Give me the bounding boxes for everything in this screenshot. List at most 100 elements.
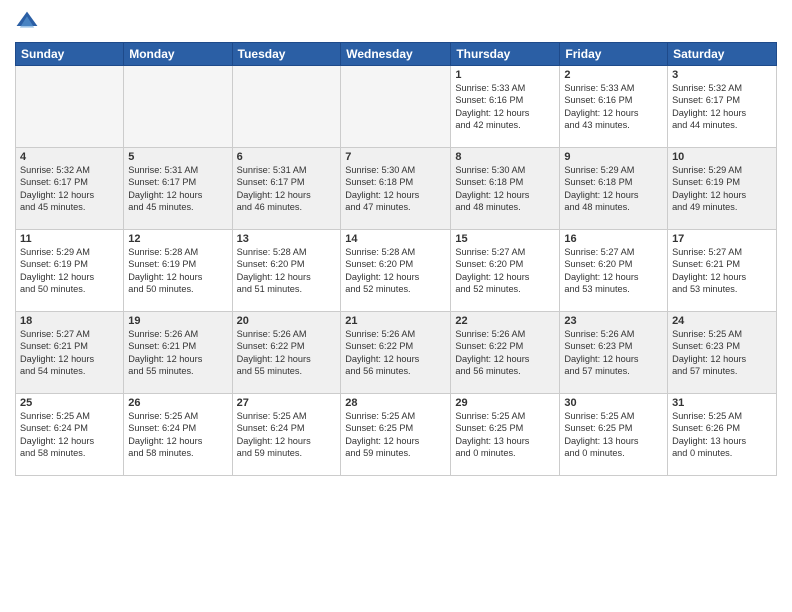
day-info: Sunrise: 5:32 AM Sunset: 6:17 PM Dayligh… <box>20 164 119 214</box>
calendar-day-cell: 26Sunrise: 5:25 AM Sunset: 6:24 PM Dayli… <box>124 394 232 476</box>
day-number: 15 <box>455 233 555 245</box>
calendar-day-cell: 7Sunrise: 5:30 AM Sunset: 6:18 PM Daylig… <box>341 148 451 230</box>
day-number: 10 <box>672 151 772 163</box>
day-info: Sunrise: 5:28 AM Sunset: 6:20 PM Dayligh… <box>345 246 446 296</box>
day-number: 23 <box>564 315 663 327</box>
day-info: Sunrise: 5:26 AM Sunset: 6:22 PM Dayligh… <box>455 328 555 378</box>
day-info: Sunrise: 5:30 AM Sunset: 6:18 PM Dayligh… <box>345 164 446 214</box>
day-info: Sunrise: 5:25 AM Sunset: 6:24 PM Dayligh… <box>128 410 227 460</box>
calendar-day-cell: 17Sunrise: 5:27 AM Sunset: 6:21 PM Dayli… <box>668 230 777 312</box>
day-number: 12 <box>128 233 227 245</box>
calendar-day-header: Thursday <box>451 43 560 66</box>
day-number: 5 <box>128 151 227 163</box>
calendar-day-cell: 8Sunrise: 5:30 AM Sunset: 6:18 PM Daylig… <box>451 148 560 230</box>
calendar-day-cell: 21Sunrise: 5:26 AM Sunset: 6:22 PM Dayli… <box>341 312 451 394</box>
day-info: Sunrise: 5:25 AM Sunset: 6:25 PM Dayligh… <box>455 410 555 460</box>
calendar-day-cell: 1Sunrise: 5:33 AM Sunset: 6:16 PM Daylig… <box>451 66 560 148</box>
day-info: Sunrise: 5:27 AM Sunset: 6:21 PM Dayligh… <box>672 246 772 296</box>
calendar-day-cell: 22Sunrise: 5:26 AM Sunset: 6:22 PM Dayli… <box>451 312 560 394</box>
day-info: Sunrise: 5:28 AM Sunset: 6:19 PM Dayligh… <box>128 246 227 296</box>
day-info: Sunrise: 5:26 AM Sunset: 6:22 PM Dayligh… <box>345 328 446 378</box>
header <box>15 10 777 34</box>
day-number: 13 <box>237 233 337 245</box>
day-number: 28 <box>345 397 446 409</box>
day-info: Sunrise: 5:26 AM Sunset: 6:23 PM Dayligh… <box>564 328 663 378</box>
calendar-day-cell: 25Sunrise: 5:25 AM Sunset: 6:24 PM Dayli… <box>16 394 124 476</box>
calendar-day-cell: 29Sunrise: 5:25 AM Sunset: 6:25 PM Dayli… <box>451 394 560 476</box>
day-number: 2 <box>564 69 663 81</box>
day-number: 20 <box>237 315 337 327</box>
day-number: 24 <box>672 315 772 327</box>
calendar-week-row: 18Sunrise: 5:27 AM Sunset: 6:21 PM Dayli… <box>16 312 777 394</box>
day-number: 25 <box>20 397 119 409</box>
day-number: 7 <box>345 151 446 163</box>
day-info: Sunrise: 5:31 AM Sunset: 6:17 PM Dayligh… <box>237 164 337 214</box>
calendar-day-cell: 20Sunrise: 5:26 AM Sunset: 6:22 PM Dayli… <box>232 312 341 394</box>
main-container: SundayMondayTuesdayWednesdayThursdayFrid… <box>0 0 792 612</box>
calendar-day-header: Tuesday <box>232 43 341 66</box>
calendar-day-cell: 31Sunrise: 5:25 AM Sunset: 6:26 PM Dayli… <box>668 394 777 476</box>
day-number: 3 <box>672 69 772 81</box>
day-number: 19 <box>128 315 227 327</box>
day-number: 27 <box>237 397 337 409</box>
calendar-day-cell: 18Sunrise: 5:27 AM Sunset: 6:21 PM Dayli… <box>16 312 124 394</box>
day-info: Sunrise: 5:31 AM Sunset: 6:17 PM Dayligh… <box>128 164 227 214</box>
calendar-day-cell: 3Sunrise: 5:32 AM Sunset: 6:17 PM Daylig… <box>668 66 777 148</box>
calendar-day-cell: 30Sunrise: 5:25 AM Sunset: 6:25 PM Dayli… <box>560 394 668 476</box>
calendar-week-row: 11Sunrise: 5:29 AM Sunset: 6:19 PM Dayli… <box>16 230 777 312</box>
calendar-day-cell: 27Sunrise: 5:25 AM Sunset: 6:24 PM Dayli… <box>232 394 341 476</box>
calendar-day-cell: 14Sunrise: 5:28 AM Sunset: 6:20 PM Dayli… <box>341 230 451 312</box>
day-number: 17 <box>672 233 772 245</box>
day-info: Sunrise: 5:25 AM Sunset: 6:25 PM Dayligh… <box>345 410 446 460</box>
day-info: Sunrise: 5:25 AM Sunset: 6:25 PM Dayligh… <box>564 410 663 460</box>
calendar-table: SundayMondayTuesdayWednesdayThursdayFrid… <box>15 42 777 476</box>
calendar-day-cell: 23Sunrise: 5:26 AM Sunset: 6:23 PM Dayli… <box>560 312 668 394</box>
day-number: 16 <box>564 233 663 245</box>
calendar-day-header: Sunday <box>16 43 124 66</box>
day-info: Sunrise: 5:27 AM Sunset: 6:21 PM Dayligh… <box>20 328 119 378</box>
day-info: Sunrise: 5:25 AM Sunset: 6:24 PM Dayligh… <box>237 410 337 460</box>
calendar-day-cell: 5Sunrise: 5:31 AM Sunset: 6:17 PM Daylig… <box>124 148 232 230</box>
calendar-day-cell: 15Sunrise: 5:27 AM Sunset: 6:20 PM Dayli… <box>451 230 560 312</box>
day-info: Sunrise: 5:25 AM Sunset: 6:23 PM Dayligh… <box>672 328 772 378</box>
calendar-day-header: Wednesday <box>341 43 451 66</box>
logo <box>15 10 43 34</box>
day-number: 21 <box>345 315 446 327</box>
calendar-day-cell: 6Sunrise: 5:31 AM Sunset: 6:17 PM Daylig… <box>232 148 341 230</box>
day-info: Sunrise: 5:29 AM Sunset: 6:18 PM Dayligh… <box>564 164 663 214</box>
calendar-day-cell: 24Sunrise: 5:25 AM Sunset: 6:23 PM Dayli… <box>668 312 777 394</box>
calendar-week-row: 25Sunrise: 5:25 AM Sunset: 6:24 PM Dayli… <box>16 394 777 476</box>
day-number: 18 <box>20 315 119 327</box>
day-info: Sunrise: 5:32 AM Sunset: 6:17 PM Dayligh… <box>672 82 772 132</box>
calendar-day-cell <box>16 66 124 148</box>
calendar-week-row: 4Sunrise: 5:32 AM Sunset: 6:17 PM Daylig… <box>16 148 777 230</box>
day-number: 11 <box>20 233 119 245</box>
day-info: Sunrise: 5:27 AM Sunset: 6:20 PM Dayligh… <box>455 246 555 296</box>
calendar-day-cell: 2Sunrise: 5:33 AM Sunset: 6:16 PM Daylig… <box>560 66 668 148</box>
logo-icon <box>15 10 39 34</box>
calendar-day-cell <box>124 66 232 148</box>
day-info: Sunrise: 5:26 AM Sunset: 6:21 PM Dayligh… <box>128 328 227 378</box>
day-info: Sunrise: 5:29 AM Sunset: 6:19 PM Dayligh… <box>20 246 119 296</box>
calendar-day-header: Friday <box>560 43 668 66</box>
day-number: 1 <box>455 69 555 81</box>
day-info: Sunrise: 5:33 AM Sunset: 6:16 PM Dayligh… <box>455 82 555 132</box>
calendar-day-cell: 12Sunrise: 5:28 AM Sunset: 6:19 PM Dayli… <box>124 230 232 312</box>
calendar-day-cell: 10Sunrise: 5:29 AM Sunset: 6:19 PM Dayli… <box>668 148 777 230</box>
day-info: Sunrise: 5:25 AM Sunset: 6:24 PM Dayligh… <box>20 410 119 460</box>
day-info: Sunrise: 5:26 AM Sunset: 6:22 PM Dayligh… <box>237 328 337 378</box>
calendar-day-cell: 19Sunrise: 5:26 AM Sunset: 6:21 PM Dayli… <box>124 312 232 394</box>
calendar-header-row: SundayMondayTuesdayWednesdayThursdayFrid… <box>16 43 777 66</box>
day-number: 4 <box>20 151 119 163</box>
day-info: Sunrise: 5:27 AM Sunset: 6:20 PM Dayligh… <box>564 246 663 296</box>
calendar-day-cell: 28Sunrise: 5:25 AM Sunset: 6:25 PM Dayli… <box>341 394 451 476</box>
day-info: Sunrise: 5:30 AM Sunset: 6:18 PM Dayligh… <box>455 164 555 214</box>
day-number: 14 <box>345 233 446 245</box>
calendar-day-cell <box>341 66 451 148</box>
calendar-day-cell: 13Sunrise: 5:28 AM Sunset: 6:20 PM Dayli… <box>232 230 341 312</box>
day-number: 9 <box>564 151 663 163</box>
calendar-day-cell <box>232 66 341 148</box>
day-number: 30 <box>564 397 663 409</box>
day-number: 8 <box>455 151 555 163</box>
calendar-day-cell: 11Sunrise: 5:29 AM Sunset: 6:19 PM Dayli… <box>16 230 124 312</box>
